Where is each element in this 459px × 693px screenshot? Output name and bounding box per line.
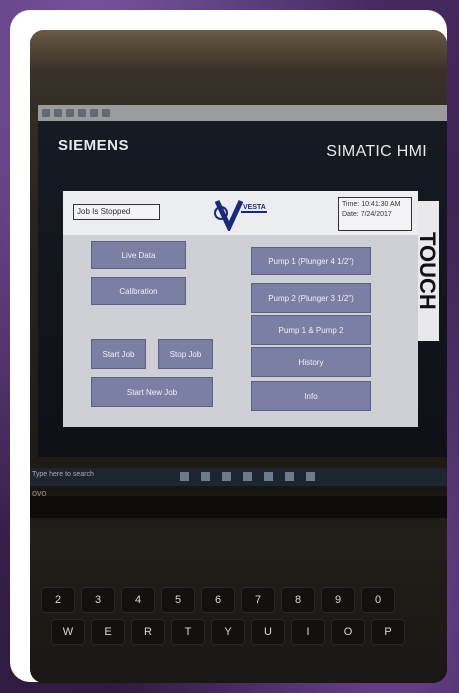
taskbar-icons — [180, 472, 315, 481]
stop-job-button[interactable]: Stop Job — [158, 339, 213, 369]
taskbar-search[interactable]: Type here to search — [32, 471, 152, 483]
key[interactable]: 3 — [82, 588, 114, 612]
taskbar-app-icon[interactable] — [285, 472, 294, 481]
toolbar-icon[interactable] — [78, 109, 86, 117]
panel-header: Job Is Stopped VESTA Time: 10:41:30 AM D… — [63, 191, 418, 235]
job-status-field: Job Is Stopped — [73, 204, 160, 220]
toolbar-icon[interactable] — [66, 109, 74, 117]
taskbar-app-icon[interactable] — [201, 472, 210, 481]
pump-1-button[interactable]: Pump 1 (Plunger 4 1/2") — [251, 247, 371, 275]
time-date-box: Time: 10:41:30 AM Date: 7/24/2017 — [338, 197, 412, 231]
laptop-base: Type here to search ovo 2 3 4 5 6 7 8 9 … — [30, 468, 447, 683]
history-button[interactable]: History — [251, 347, 371, 377]
laptop-screen: SIEMENS SIMATIC HMI TOUCH Job Is Stopped… — [38, 105, 447, 457]
taskbar-app-icon[interactable] — [264, 472, 273, 481]
taskbar-app-icon[interactable] — [306, 472, 315, 481]
key-o[interactable]: O — [332, 620, 364, 644]
windows-taskbar: Type here to search — [30, 468, 447, 486]
calibration-button[interactable]: Calibration — [91, 277, 186, 305]
pump-1-and-2-button[interactable]: Pump 1 & Pump 2 — [251, 315, 371, 345]
key[interactable]: 0 — [362, 588, 394, 612]
key-i[interactable]: I — [292, 620, 324, 644]
toolbar-icon[interactable] — [54, 109, 62, 117]
info-button[interactable]: Info — [251, 381, 371, 411]
key-t[interactable]: T — [172, 620, 204, 644]
photo-content: SIEMENS SIMATIC HMI TOUCH Job Is Stopped… — [30, 30, 447, 683]
taskbar-app-icon[interactable] — [243, 472, 252, 481]
key-e[interactable]: E — [92, 620, 124, 644]
live-data-button[interactable]: Live Data — [91, 241, 186, 269]
pump-2-button[interactable]: Pump 2 (Plunger 3 1/2") — [251, 283, 371, 313]
toolbar-icon[interactable] — [102, 109, 110, 117]
key-p[interactable]: P — [372, 620, 404, 644]
time-value: 10:41:30 AM — [361, 201, 401, 208]
key-y[interactable]: Y — [212, 620, 244, 644]
key-r[interactable]: R — [132, 620, 164, 644]
key[interactable]: 2 — [42, 588, 74, 612]
key[interactable]: 7 — [242, 588, 274, 612]
laptop-hinge — [30, 496, 447, 518]
window-toolbar — [38, 105, 447, 121]
taskbar-app-icon[interactable] — [222, 472, 231, 481]
date-value: 7/24/2017 — [360, 211, 392, 218]
key[interactable]: 6 — [202, 588, 234, 612]
key[interactable]: 4 — [122, 588, 154, 612]
touch-label: TOUCH — [415, 201, 440, 341]
key-u[interactable]: U — [252, 620, 284, 644]
time-label: Time: — [342, 201, 360, 208]
key[interactable]: 9 — [322, 588, 354, 612]
taskbar-app-icon[interactable] — [180, 472, 189, 481]
simatic-hmi-label: SIMATIC HMI — [326, 143, 427, 160]
start-new-job-button[interactable]: Start New Job — [91, 377, 213, 407]
laptop-lid: SIEMENS SIMATIC HMI TOUCH Job Is Stopped… — [30, 30, 447, 468]
toolbar-icon[interactable] — [42, 109, 50, 117]
toolbar-icon[interactable] — [90, 109, 98, 117]
start-job-button[interactable]: Start Job — [91, 339, 146, 369]
logo-text: VESTA — [243, 204, 266, 211]
siemens-logo: SIEMENS — [58, 137, 130, 154]
key[interactable]: 5 — [162, 588, 194, 612]
vesta-logo-icon: VESTA — [214, 199, 267, 231]
key[interactable]: 8 — [282, 588, 314, 612]
key-w[interactable]: W — [52, 620, 84, 644]
date-label: Date: — [342, 211, 359, 218]
keyboard: 2 3 4 5 6 7 8 9 0 W E R T Y U I O P — [30, 588, 447, 683]
hmi-panel: Job Is Stopped VESTA Time: 10:41:30 AM D… — [63, 191, 418, 427]
photo-frame: SIEMENS SIMATIC HMI TOUCH Job Is Stopped… — [10, 10, 447, 683]
hmi-frame: SIEMENS SIMATIC HMI TOUCH Job Is Stopped… — [38, 121, 447, 457]
